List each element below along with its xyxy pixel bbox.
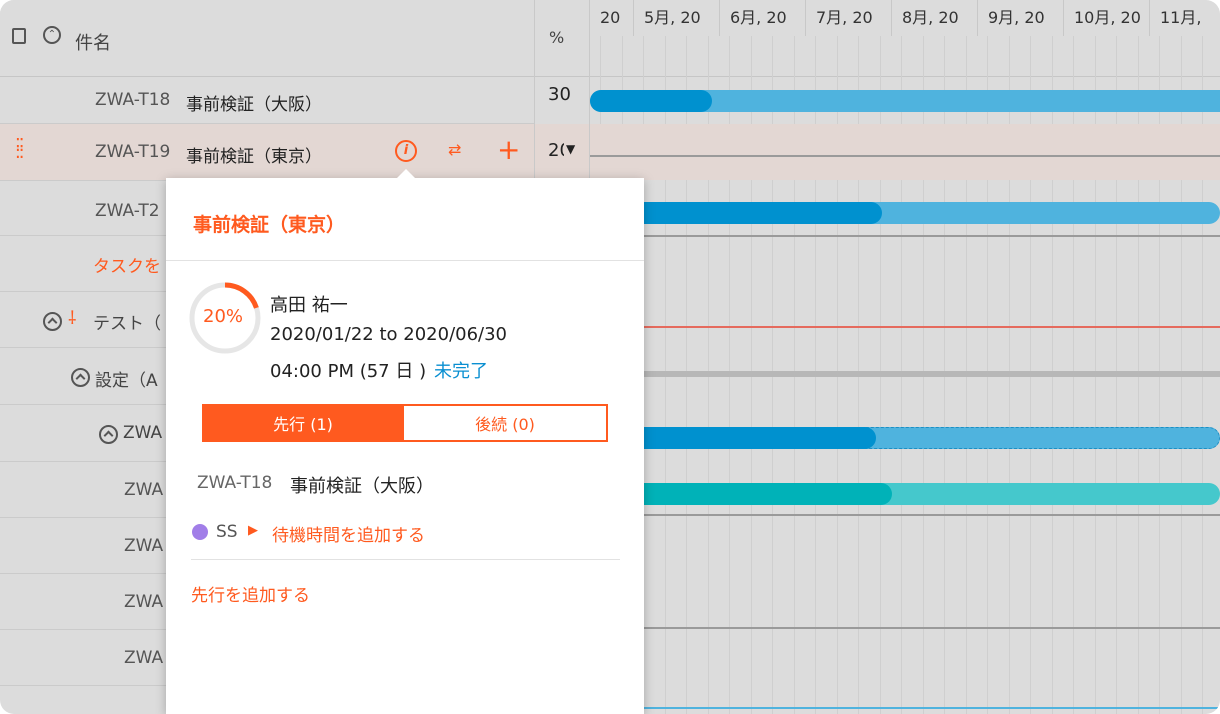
table-row-selected[interactable]: ⁚⁚ ⁚⁚ ZWA-T19 事前検証（東京） i ⇄ + <box>0 124 534 181</box>
divider <box>191 559 620 560</box>
dependency-icon[interactable]: ⇄ <box>448 141 470 159</box>
date-range: 2020/01/22 to 2020/06/30 <box>270 324 508 345</box>
progress-percent: 20% <box>203 306 244 327</box>
task-bar-progress[interactable] <box>630 202 882 224</box>
gantt-timeline: 20 5月, 20 6月, 20 7月, 20 8月, 20 9月, 20 10… <box>590 0 1220 714</box>
task-name[interactable]: 事前検証（大阪） <box>186 90 322 115</box>
tab-predecessor[interactable]: 先行 (1) <box>202 404 404 442</box>
add-task-link[interactable]: タスクを <box>93 252 161 277</box>
task-bar-progress[interactable] <box>630 483 892 505</box>
percent-column-header: % <box>549 28 565 47</box>
task-id: ZWA <box>124 648 164 668</box>
task-info-icon[interactable]: i <box>395 140 417 162</box>
predecessor-name[interactable]: 事前検証（大阪） <box>290 472 434 498</box>
tab-successor[interactable]: 後続 (0) <box>404 404 608 442</box>
group-name[interactable]: テスト（ <box>93 309 161 334</box>
collapse-all-icon[interactable]: ⌃ <box>43 26 61 44</box>
month-label: 10月, 20 <box>1064 0 1150 36</box>
task-id: ZWA <box>124 536 164 556</box>
collapse-icon[interactable] <box>43 312 62 331</box>
task-id: ZWA-T18 <box>95 90 171 110</box>
collapse-icon[interactable] <box>99 425 118 444</box>
connector-line <box>590 155 1220 157</box>
critical-path-line <box>630 326 1220 328</box>
gantt-app: ⌃ 件名 ZWA-T18 事前検証（大阪） ⁚⁚ ⁚⁚ ZWA-T19 事前検証（… <box>0 0 1220 714</box>
connector-line <box>630 235 1220 237</box>
percent-value: 20 <box>548 140 564 161</box>
add-wait-time-link[interactable]: 待機時間を追加する <box>272 521 425 546</box>
percent-dropdown[interactable]: 20 ▼ <box>535 124 589 180</box>
task-id: ZWA-T2 <box>95 201 160 221</box>
task-id: ZWA <box>124 592 164 612</box>
link-type[interactable]: SS <box>216 522 238 542</box>
connector-line <box>630 627 1220 629</box>
connector-line <box>630 707 1220 709</box>
month-label: 5月, 20 <box>634 0 720 36</box>
add-subtask-icon[interactable]: + <box>497 135 520 165</box>
table-row[interactable]: ZWA-T18 事前検証（大阪） <box>0 77 534 124</box>
task-list-header: ⌃ 件名 <box>0 0 534 77</box>
predecessor-id: ZWA-T18 <box>197 473 273 493</box>
assignee-name: 高田 祐一 <box>270 295 348 316</box>
percent-value: 30 <box>548 84 571 105</box>
group-bar-progress[interactable] <box>630 427 876 449</box>
title-column-header: 件名 <box>75 33 111 54</box>
collapse-icon[interactable] <box>71 368 90 387</box>
connector-line <box>630 514 1220 516</box>
task-bar-progress[interactable] <box>590 90 712 112</box>
month-label: 9月, 20 <box>978 0 1064 36</box>
month-label: 7月, 20 <box>806 0 892 36</box>
link-type-dot-icon <box>192 524 208 540</box>
group-name[interactable]: 設定（A <box>95 366 158 391</box>
milestone-icon: ⸸ <box>68 308 77 329</box>
task-name[interactable]: 事前検証（東京） <box>186 142 322 167</box>
popover-title: 事前検証（東京） <box>193 214 346 236</box>
popover-arrow <box>397 169 415 178</box>
column-settings-icon[interactable] <box>12 28 26 44</box>
month-label: 8月, 20 <box>892 0 978 36</box>
month-header: 20 5月, 20 6月, 20 7月, 20 8月, 20 9月, 20 10… <box>590 0 1220 77</box>
task-id: ZWA-T19 <box>95 142 171 162</box>
drag-handle-icon[interactable]: ⁚⁚ ⁚⁚ <box>15 137 25 162</box>
chevron-down-icon[interactable]: ▼ <box>566 142 575 156</box>
divider <box>166 260 644 261</box>
selected-row-band <box>590 124 1220 180</box>
status-link[interactable]: 未完了 <box>434 357 488 383</box>
play-arrow-icon: ▶ <box>248 523 258 538</box>
task-id: ZWA <box>124 480 164 500</box>
group-summary-line <box>630 371 1220 377</box>
due-time: 04:00 PM (57 日 ) <box>270 361 427 382</box>
month-label: 6月, 20 <box>720 0 806 36</box>
month-label: 11月, <box>1160 8 1202 27</box>
add-predecessor-link[interactable]: 先行を追加する <box>191 581 310 606</box>
month-label: 20 <box>590 0 634 36</box>
group-name[interactable]: ZWA <box>123 423 162 443</box>
task-detail-popover: 事前検証（東京） 20% 高田 祐一 2020/01/22 to 2020/06… <box>166 169 644 714</box>
